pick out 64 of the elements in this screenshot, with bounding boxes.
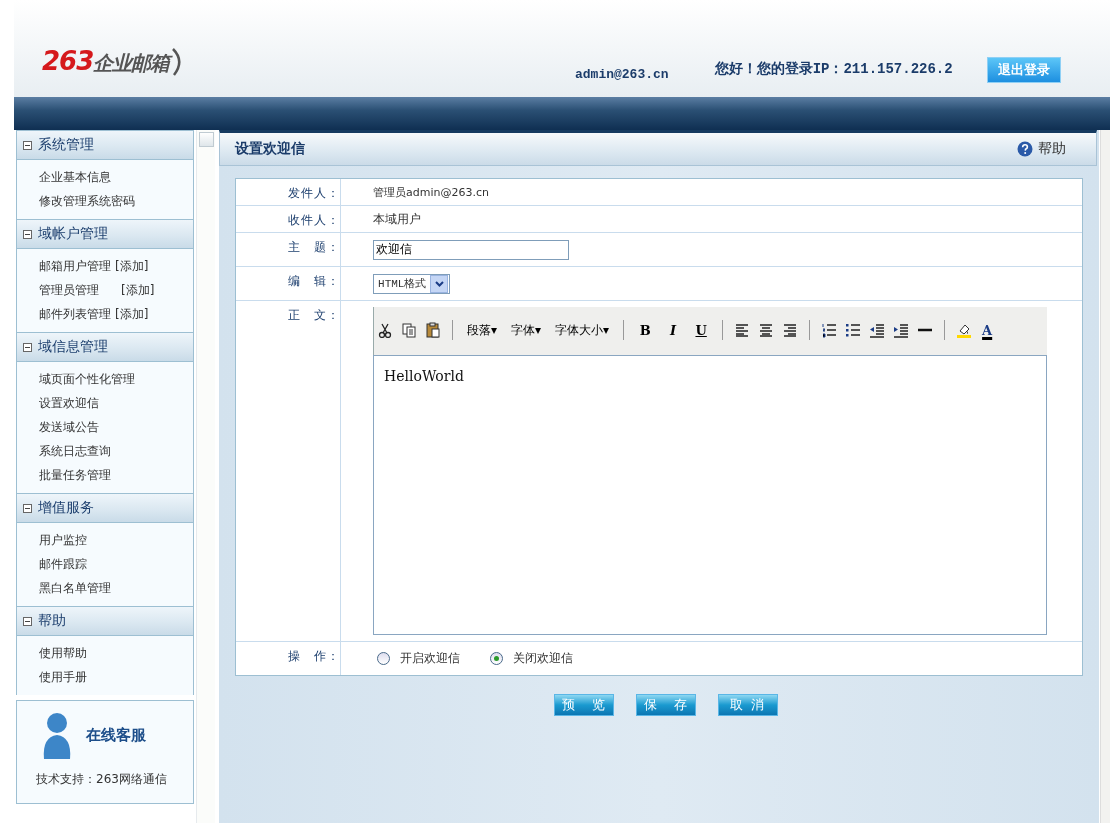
subject-field[interactable]: 欢迎信 (373, 239, 570, 260)
collapse-icon[interactable] (23, 229, 32, 239)
field-label: 收件人： (236, 206, 342, 232)
sidebar-item[interactable]: 批量任务管理 (39, 466, 111, 484)
recipient-text: 本域用户 (373, 210, 422, 228)
radio-button[interactable] (490, 652, 504, 665)
section-title[interactable]: 增值服务 (38, 499, 94, 517)
toolbar-dropdown[interactable]: 字体大小▾ (549, 321, 616, 339)
radio-button[interactable] (377, 652, 391, 665)
collapse-icon[interactable] (23, 342, 32, 352)
sidebar-item[interactable]: 设置欢迎信 (39, 394, 99, 412)
person-icon (42, 711, 72, 759)
sidebar-item[interactable]: 修改管理系统密码 (39, 192, 135, 210)
add-link[interactable]: [添加] (121, 281, 155, 299)
support-text: 技术支持：263网络通信 (35, 771, 168, 788)
field-label: 发件人： (236, 179, 342, 205)
section-header[interactable]: 域帐户管理 (16, 219, 195, 249)
section-header[interactable]: 系统管理 (16, 130, 195, 160)
section-header[interactable]: 增值服务 (16, 493, 195, 523)
section-title[interactable]: 系统管理 (38, 136, 94, 154)
account-email: admin@263.cn (575, 66, 669, 82)
section-title[interactable]: 帮助 (38, 612, 66, 630)
collapse-icon[interactable] (23, 616, 32, 626)
radio-label[interactable]: 开启欢迎信 (400, 650, 461, 667)
editor-area[interactable]: HelloWorld (373, 355, 1048, 635)
underline-button[interactable]: U (688, 322, 715, 338)
editor-mode-dropdown[interactable]: HTML格式 (373, 273, 451, 294)
sidebar-item[interactable]: 域页面个性化管理 (39, 370, 135, 388)
collapse-icon[interactable] (23, 140, 32, 150)
sidebar-item[interactable]: 邮件跟踪 (39, 555, 87, 573)
sidebar-item[interactable]: 邮箱用户管理 (39, 257, 111, 275)
panel-title: 设置欢迎信 (235, 140, 306, 158)
text-color-button[interactable]: A (977, 322, 998, 338)
help-icon[interactable] (1017, 141, 1034, 157)
field-label: 主 题： (236, 233, 342, 266)
field-label: 编 辑： (236, 267, 342, 300)
sidebar-item[interactable]: 管理员管理 (39, 281, 99, 299)
sidebar-item[interactable]: 用户监控 (39, 531, 87, 549)
section-header[interactable]: 帮助 (16, 606, 195, 636)
section-title[interactable]: 域帐户管理 (38, 225, 108, 243)
field-label: 操 作： (236, 642, 342, 675)
online-service-link[interactable]: 在线客服 (86, 725, 146, 745)
sidebar-item[interactable]: 黑白名单管理 (39, 579, 111, 597)
editor-text: HelloWorld (384, 368, 464, 384)
toolbar-dropdown[interactable]: 段落▾ (461, 321, 504, 339)
sidebar-item[interactable]: 使用帮助 (39, 644, 87, 662)
bold-button[interactable]: B (632, 322, 659, 338)
add-link[interactable]: [添加] (115, 257, 149, 275)
sidebar-item[interactable]: 使用手册 (39, 668, 87, 686)
login-greeting: 您好！您的登录IP：211.157.226.2 (714, 60, 953, 78)
section-title[interactable]: 域信息管理 (38, 338, 108, 356)
collapse-icon[interactable] (23, 503, 32, 513)
sender-text: 管理员admin@263.cn (373, 184, 490, 200)
radio-label[interactable]: 关闭欢迎信 (513, 650, 574, 667)
field-label: 正 文： (236, 301, 342, 641)
section-header[interactable]: 域信息管理 (16, 332, 195, 362)
italic-button[interactable]: I (660, 322, 687, 338)
sidebar-item[interactable]: 企业基本信息 (39, 168, 111, 186)
sidebar-item[interactable]: 系统日志查询 (39, 442, 111, 460)
toolbar-dropdown[interactable]: 字体▾ (505, 321, 548, 339)
add-link[interactable]: [添加] (115, 305, 149, 323)
help-link[interactable]: 帮助 (1038, 140, 1067, 158)
sidebar-item[interactable]: 发送域公告 (39, 418, 99, 436)
sidebar-item[interactable]: 邮件列表管理 (39, 305, 111, 323)
